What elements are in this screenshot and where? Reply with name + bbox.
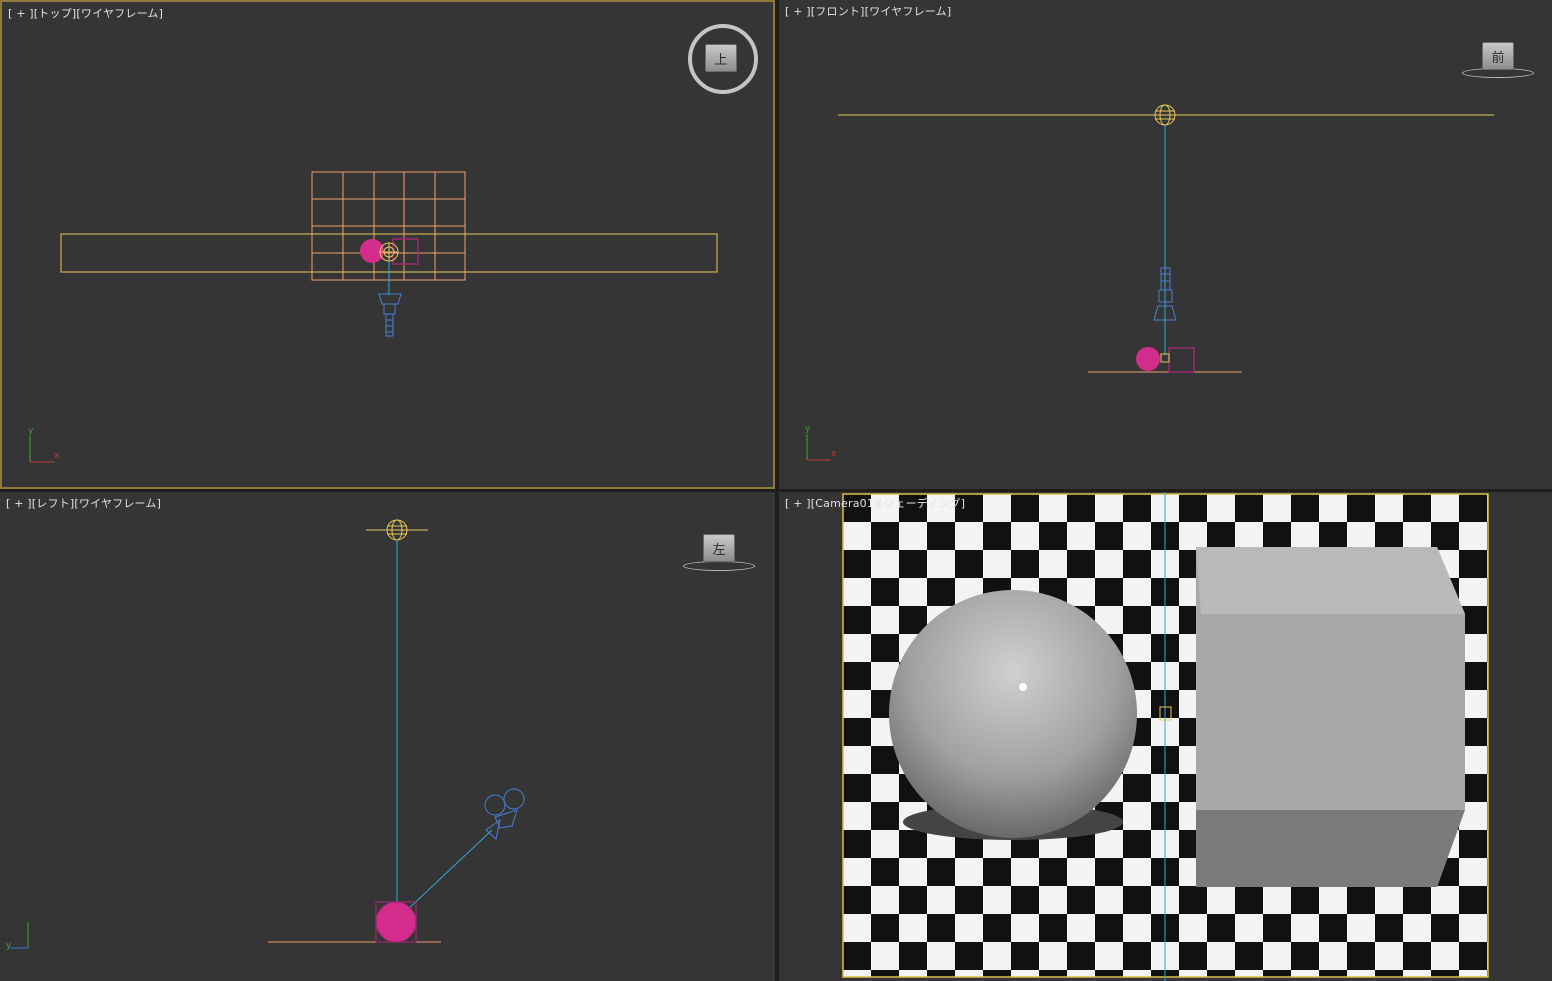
axis-label-y: y: [6, 941, 12, 951]
viewport-camera[interactable]: [ + ][Camera01][シェーディング]: [779, 492, 1552, 981]
camera-target-line-left: [404, 829, 493, 913]
sphere-highlight: [1019, 683, 1027, 691]
view-name[interactable]: トップ: [38, 7, 72, 20]
box-shaded: [1196, 547, 1465, 887]
axis-label-x: x: [54, 451, 60, 461]
shading-mode[interactable]: ワイヤフレーム: [869, 5, 947, 18]
shading-mode[interactable]: ワイヤフレーム: [81, 7, 159, 20]
front-scene: [838, 104, 1494, 373]
shading-mode[interactable]: シェーディング: [883, 497, 961, 510]
viewport-front[interactable]: [ + ][フロント][ワイヤフレーム] 前 y x: [779, 0, 1552, 489]
axis-tripod-front: y x: [805, 424, 837, 461]
axis-label-x: x: [831, 449, 837, 459]
axis-tripod-left: y: [6, 922, 29, 951]
viewcube-top[interactable]: 上: [705, 44, 737, 72]
axis-tripod-top: y x: [28, 426, 60, 463]
label-bracket: ][: [69, 497, 79, 510]
view-name[interactable]: レフト: [36, 497, 70, 510]
label-bracket[interactable]: [ + ][: [8, 7, 38, 20]
label-bracket: ]: [156, 497, 162, 510]
light-icon-top: [379, 242, 399, 262]
viewport-label-camera[interactable]: [ + ][Camera01][シェーディング]: [785, 495, 965, 511]
light-target-front: [1160, 353, 1170, 363]
shading-mode[interactable]: ワイヤフレーム: [79, 497, 157, 510]
viewport-label-left[interactable]: [ + ][レフト][ワイヤフレーム]: [6, 495, 161, 511]
label-bracket: ][: [860, 5, 870, 18]
sphere-front: [1136, 347, 1160, 371]
viewport-label-top[interactable]: [ + ][トップ][ワイヤフレーム]: [8, 5, 163, 21]
label-bracket: ][: [874, 497, 884, 510]
label-bracket: ]: [158, 7, 164, 20]
top-scene: [60, 171, 718, 337]
label-bracket[interactable]: [ + ][: [785, 497, 815, 510]
axis-label-y: y: [28, 426, 34, 436]
sphere-shaded: [889, 590, 1137, 838]
left-scene: [268, 519, 525, 943]
camera-scene: [842, 492, 1489, 981]
box-front: [1168, 347, 1195, 373]
label-bracket: ]: [960, 497, 966, 510]
viewport-label-front[interactable]: [ + ][フロント][ワイヤフレーム]: [785, 3, 951, 19]
camera-icon-top: [378, 293, 402, 337]
viewport-top[interactable]: [ + ][トップ][ワイヤフレーム] 上 y x: [0, 0, 775, 489]
view-name[interactable]: フロント: [815, 5, 860, 18]
label-bracket[interactable]: [ + ][: [785, 5, 815, 18]
view-name[interactable]: Camera01: [815, 497, 874, 510]
label-bracket[interactable]: [ + ][: [6, 497, 36, 510]
viewcube-left[interactable]: 左: [703, 534, 735, 562]
label-bracket: ]: [946, 5, 952, 18]
axis-label-y: y: [805, 424, 811, 434]
viewcube-front[interactable]: 前: [1482, 42, 1514, 70]
sphere-left: [375, 901, 417, 943]
label-bracket: ][: [71, 7, 81, 20]
viewport-left[interactable]: [ + ][レフト][ワイヤフレーム] 左 y: [0, 492, 775, 981]
viewcube-ring[interactable]: [683, 561, 755, 571]
